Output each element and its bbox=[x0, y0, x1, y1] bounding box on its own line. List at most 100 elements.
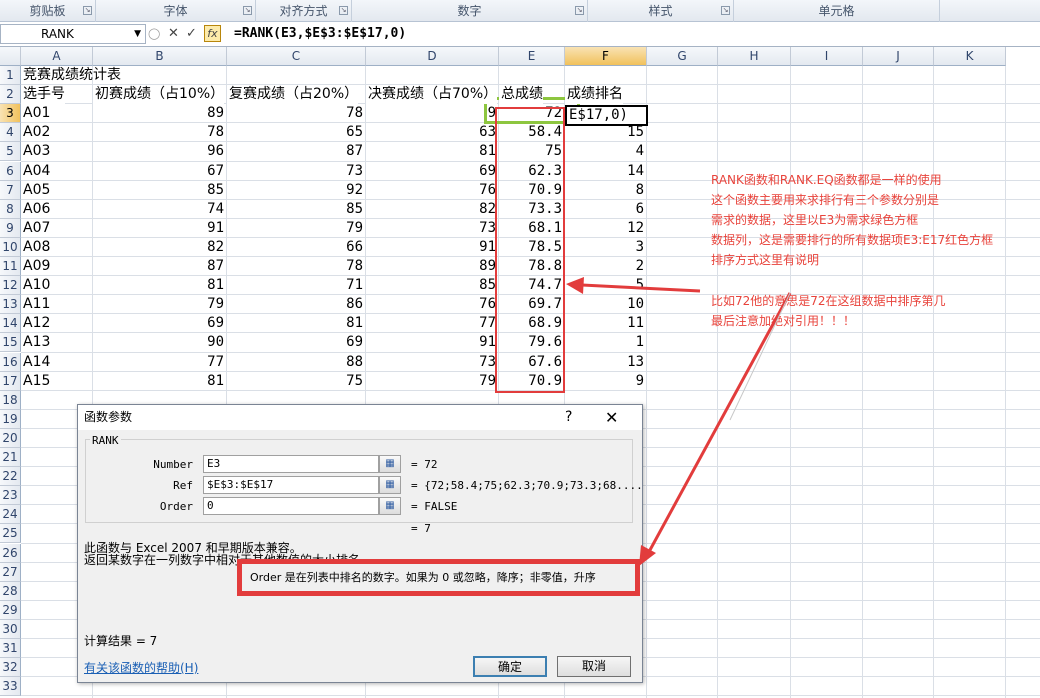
data-cell[interactable]: 81 bbox=[227, 314, 366, 333]
row-header-27[interactable]: 27 bbox=[0, 562, 21, 582]
insert-function-icon[interactable]: fx bbox=[204, 25, 221, 42]
row-header-11[interactable]: 11 bbox=[0, 257, 21, 276]
header-cell[interactable]: 决赛成绩（占70%） bbox=[366, 85, 498, 105]
data-cell[interactable]: 6 bbox=[565, 200, 647, 219]
row-header-29[interactable]: 29 bbox=[0, 600, 21, 620]
row-header-9[interactable]: 9 bbox=[0, 218, 21, 238]
data-cell[interactable]: A12 bbox=[21, 314, 93, 333]
data-cell[interactable]: 82 bbox=[93, 238, 227, 257]
row-header-23[interactable]: 23 bbox=[0, 486, 21, 506]
data-cell[interactable]: 13 bbox=[565, 353, 647, 372]
data-cell[interactable]: A04 bbox=[21, 162, 93, 181]
data-cell[interactable]: A08 bbox=[21, 238, 93, 257]
dialog-launcher-icon[interactable]: ↘ bbox=[721, 6, 730, 15]
data-cell[interactable]: 4 bbox=[565, 142, 647, 161]
data-cell[interactable]: 3 bbox=[565, 238, 647, 257]
row-header-19[interactable]: 19 bbox=[0, 409, 21, 429]
data-cell[interactable]: A05 bbox=[21, 181, 93, 200]
data-cell[interactable]: A01 bbox=[21, 104, 93, 123]
data-cell[interactable]: 63 bbox=[366, 123, 499, 142]
row-header-17[interactable]: 17 bbox=[0, 371, 21, 391]
column-header-A[interactable]: A bbox=[21, 47, 93, 66]
chevron-down-icon[interactable]: ▼ bbox=[134, 25, 141, 43]
data-cell[interactable]: 5 bbox=[565, 276, 647, 295]
data-cell[interactable]: 81 bbox=[93, 276, 227, 295]
data-cell[interactable]: 9 bbox=[565, 372, 647, 391]
data-cell[interactable]: 85 bbox=[227, 200, 366, 219]
data-cell[interactable]: 8 bbox=[565, 181, 647, 200]
data-cell[interactable]: A02 bbox=[21, 123, 93, 142]
close-icon[interactable]: ✕ bbox=[605, 405, 618, 430]
header-cell[interactable]: 总成绩 bbox=[499, 85, 543, 105]
column-header-I[interactable]: I bbox=[791, 47, 863, 66]
formula-input[interactable]: =RANK(E3,$E$3:$E$17,0) bbox=[234, 24, 406, 44]
row-header-15[interactable]: 15 bbox=[0, 333, 21, 353]
column-header-C[interactable]: C bbox=[227, 47, 366, 66]
data-cell[interactable]: 76 bbox=[366, 181, 499, 200]
data-cell[interactable]: 69 bbox=[93, 314, 227, 333]
row-header-4[interactable]: 4 bbox=[0, 123, 21, 143]
header-cell[interactable]: 选手号 bbox=[21, 85, 65, 105]
row-header-5[interactable]: 5 bbox=[0, 142, 21, 162]
data-cell[interactable]: 87 bbox=[227, 142, 366, 161]
data-cell[interactable]: 78 bbox=[93, 123, 227, 142]
row-header-21[interactable]: 21 bbox=[0, 448, 21, 467]
cancel-icon[interactable]: ✕ bbox=[168, 24, 179, 44]
header-cell[interactable]: 复赛成绩（占20%） bbox=[227, 85, 359, 105]
cancel-button[interactable]: 取消 bbox=[557, 656, 631, 677]
data-cell[interactable]: A14 bbox=[21, 353, 93, 372]
data-cell[interactable]: A10 bbox=[21, 276, 93, 295]
column-header-F[interactable]: F bbox=[565, 47, 647, 66]
row-header-2[interactable]: 2 bbox=[0, 85, 21, 105]
row-header-31[interactable]: 31 bbox=[0, 639, 21, 658]
data-cell[interactable]: 91 bbox=[366, 238, 499, 257]
data-cell[interactable]: 92 bbox=[227, 181, 366, 200]
data-cell[interactable]: 82 bbox=[366, 200, 499, 219]
data-cell[interactable]: 81 bbox=[93, 372, 227, 391]
data-cell[interactable]: 88 bbox=[227, 353, 366, 372]
data-cell[interactable]: 73 bbox=[227, 162, 366, 181]
data-cell[interactable]: 78 bbox=[227, 104, 366, 123]
data-cell[interactable]: 73 bbox=[366, 353, 499, 372]
data-cell[interactable]: 89 bbox=[93, 104, 227, 123]
data-cell[interactable]: 65 bbox=[227, 123, 366, 142]
data-cell[interactable]: 89 bbox=[366, 257, 499, 276]
order-input[interactable]: 0 bbox=[203, 497, 379, 515]
data-cell[interactable]: 77 bbox=[93, 353, 227, 372]
data-cell[interactable]: A13 bbox=[21, 333, 93, 352]
row-header-26[interactable]: 26 bbox=[0, 543, 21, 563]
data-cell[interactable]: 71 bbox=[227, 276, 366, 295]
data-cell[interactable]: 74 bbox=[93, 200, 227, 219]
row-header-6[interactable]: 6 bbox=[0, 161, 21, 181]
title-cell[interactable]: 竞赛成绩统计表 bbox=[21, 66, 221, 85]
dialog-launcher-icon[interactable]: ↘ bbox=[575, 6, 584, 15]
row-header-20[interactable]: 20 bbox=[0, 428, 21, 448]
row-header-32[interactable]: 32 bbox=[0, 658, 21, 678]
row-header-25[interactable]: 25 bbox=[0, 524, 21, 544]
row-header-16[interactable]: 16 bbox=[0, 352, 21, 372]
row-header-33[interactable]: 33 bbox=[0, 677, 21, 697]
range-picker-icon[interactable]: ▦ bbox=[379, 455, 401, 473]
header-cell[interactable]: 初赛成绩（占10%） bbox=[93, 85, 225, 105]
data-cell[interactable]: 2 bbox=[565, 257, 647, 276]
data-cell[interactable]: 10 bbox=[565, 295, 647, 314]
row-header-3[interactable]: 3 bbox=[0, 104, 21, 124]
row-header-13[interactable]: 13 bbox=[0, 295, 21, 315]
row-header-8[interactable]: 8 bbox=[0, 199, 21, 219]
data-cell[interactable]: 73 bbox=[366, 219, 499, 238]
dialog-launcher-icon[interactable]: ↘ bbox=[243, 6, 252, 15]
data-cell[interactable]: 87 bbox=[93, 257, 227, 276]
select-all-corner[interactable] bbox=[0, 47, 21, 66]
column-header-E[interactable]: E bbox=[499, 47, 565, 66]
row-header-10[interactable]: 10 bbox=[0, 237, 21, 257]
data-cell[interactable]: 86 bbox=[227, 295, 366, 314]
column-header-B[interactable]: B bbox=[93, 47, 227, 66]
name-box[interactable]: RANK ▼ bbox=[0, 24, 146, 44]
data-cell[interactable]: 79 bbox=[227, 219, 366, 238]
column-header-D[interactable]: D bbox=[366, 47, 499, 66]
data-cell[interactable]: 79 bbox=[366, 372, 499, 391]
row-header-12[interactable]: 12 bbox=[0, 276, 21, 296]
number-input[interactable]: E3 bbox=[203, 455, 379, 473]
enter-icon[interactable]: ✓ bbox=[186, 24, 197, 44]
data-cell[interactable]: 66 bbox=[227, 238, 366, 257]
